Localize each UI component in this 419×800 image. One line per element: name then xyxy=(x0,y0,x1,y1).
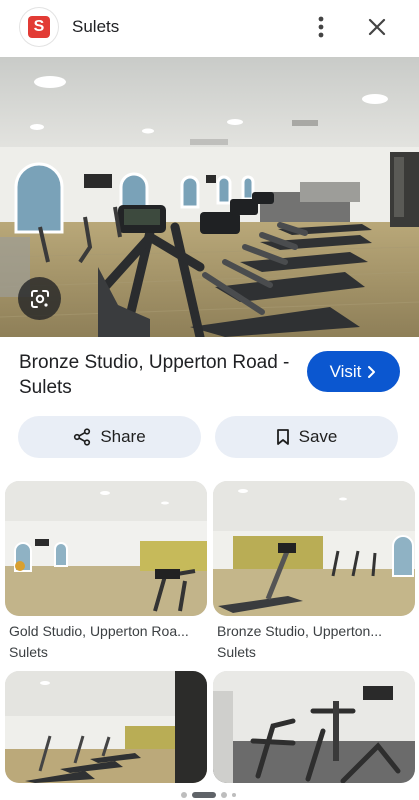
related-source: Sulets xyxy=(217,644,256,660)
related-caption[interactable]: Bronze Studio, Upperton... xyxy=(217,623,382,639)
close-button[interactable] xyxy=(364,14,390,40)
lens-search-button[interactable] xyxy=(18,277,61,320)
more-vert-icon xyxy=(318,16,324,38)
site-logo-letter: S xyxy=(28,16,50,38)
bookmark-icon xyxy=(276,429,289,445)
site-logo[interactable]: S xyxy=(20,8,58,46)
related-source: Sulets xyxy=(9,644,48,660)
header: S Sulets xyxy=(0,0,419,56)
carousel-pager xyxy=(181,792,236,798)
related-image[interactable] xyxy=(5,481,207,616)
save-button[interactable]: Save xyxy=(215,416,398,458)
visit-button[interactable]: Visit xyxy=(307,351,400,392)
lens-icon xyxy=(30,289,49,308)
related-thumbnail xyxy=(5,481,207,616)
result-title[interactable]: Bronze Studio, Upperton Road - Sulets xyxy=(19,350,294,400)
related-image[interactable] xyxy=(5,671,207,783)
share-label: Share xyxy=(100,427,146,446)
related-thumbnail xyxy=(213,481,415,616)
chevron-right-icon xyxy=(368,365,376,378)
share-icon xyxy=(74,428,91,446)
visit-label: Visit xyxy=(329,361,362,381)
related-thumbnail xyxy=(5,671,207,783)
gym-photo xyxy=(0,57,419,337)
related-caption[interactable]: Gold Studio, Upperton Roa... xyxy=(9,623,189,639)
more-options-button[interactable] xyxy=(308,14,334,40)
hero-image[interactable] xyxy=(0,57,419,337)
related-image[interactable] xyxy=(213,671,415,783)
related-image[interactable] xyxy=(213,481,415,616)
close-icon xyxy=(368,18,386,36)
site-name: Sulets xyxy=(72,17,120,36)
related-thumbnail xyxy=(213,671,415,783)
share-button[interactable]: Share xyxy=(18,416,201,458)
save-label: Save xyxy=(298,427,338,446)
